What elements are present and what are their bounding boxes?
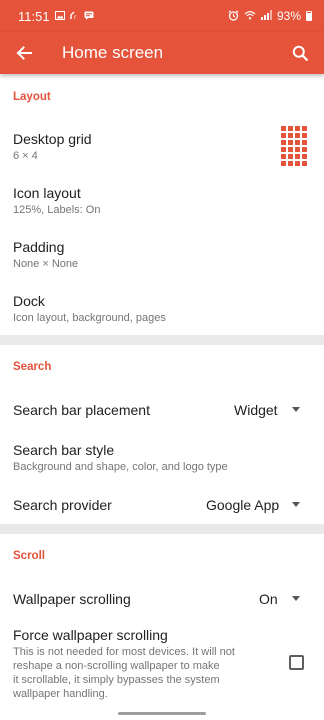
battery-percent: 93% <box>276 9 301 23</box>
chevron-down-icon <box>292 407 300 412</box>
search-bar-style-title: Search bar style <box>13 442 115 458</box>
force-wallpaper-scrolling-desc-line: wallpaper handling. <box>13 688 108 700</box>
chevron-down-icon <box>292 596 300 601</box>
search-bar-style-value: Background and shape, color, and logo ty… <box>13 461 228 473</box>
force-wallpaper-scrolling-title: Force wallpaper scrolling <box>13 627 168 643</box>
wifi-icon <box>244 10 256 22</box>
force-wallpaper-scrolling-desc-line: it scrollable, it simply bypasses the sy… <box>13 674 220 686</box>
dock-item[interactable] <box>0 278 324 334</box>
message-icon <box>84 11 94 22</box>
image-icon <box>54 10 65 22</box>
force-wallpaper-scrolling-desc-line: reshape a non-scrolling wallpaper to mak… <box>13 660 220 672</box>
dock-value: Icon layout, background, pages <box>13 312 166 324</box>
section-divider <box>0 335 324 345</box>
force-wallpaper-scrolling-checkbox[interactable] <box>289 655 304 670</box>
search-bar-style-item[interactable] <box>0 432 324 484</box>
wallpaper-scrolling-value: On <box>259 591 278 607</box>
status-time: 11:51 <box>18 8 50 24</box>
section-header-search: Search <box>13 361 52 373</box>
back-button[interactable] <box>2 32 46 74</box>
search-bar-placement-title: Search bar placement <box>13 402 150 418</box>
home-indicator[interactable] <box>118 712 206 715</box>
wallpaper-scrolling-title: Wallpaper scrolling <box>13 591 131 607</box>
status-bar: 11:51 r 93% <box>0 0 324 32</box>
search-provider-value: Google App <box>206 497 280 513</box>
signal-r-icon: r <box>69 11 79 22</box>
icon-layout-title: Icon layout <box>13 185 81 201</box>
icon-layout-value: 125%, Labels: On <box>13 204 101 216</box>
section-header-scroll: Scroll <box>13 550 45 562</box>
dock-title: Dock <box>13 293 45 309</box>
search-provider-title: Search provider <box>13 497 112 513</box>
search-button[interactable] <box>280 32 320 74</box>
desktop-grid-title: Desktop grid <box>13 131 92 147</box>
battery-icon <box>306 11 312 21</box>
search-icon <box>292 45 308 61</box>
app-bar: Home screen <box>0 32 324 74</box>
padding-value: None × None <box>13 258 79 270</box>
padding-title: Padding <box>13 239 65 255</box>
chevron-down-icon <box>292 502 300 507</box>
page-title: Home screen <box>62 43 164 62</box>
search-bar-placement-value: Widget <box>234 402 278 418</box>
svg-text:r: r <box>74 14 77 20</box>
section-divider <box>0 524 324 534</box>
arrow-back-icon <box>16 46 32 60</box>
desktop-grid-value: 6 × 4 <box>13 150 38 162</box>
alarm-icon <box>228 9 239 23</box>
force-wallpaper-scrolling-desc-line: This is not needed for most devices. It … <box>13 646 235 658</box>
section-header-layout: Layout <box>13 91 51 103</box>
cell-signal-icon <box>260 10 272 22</box>
grid-icon <box>281 126 307 166</box>
